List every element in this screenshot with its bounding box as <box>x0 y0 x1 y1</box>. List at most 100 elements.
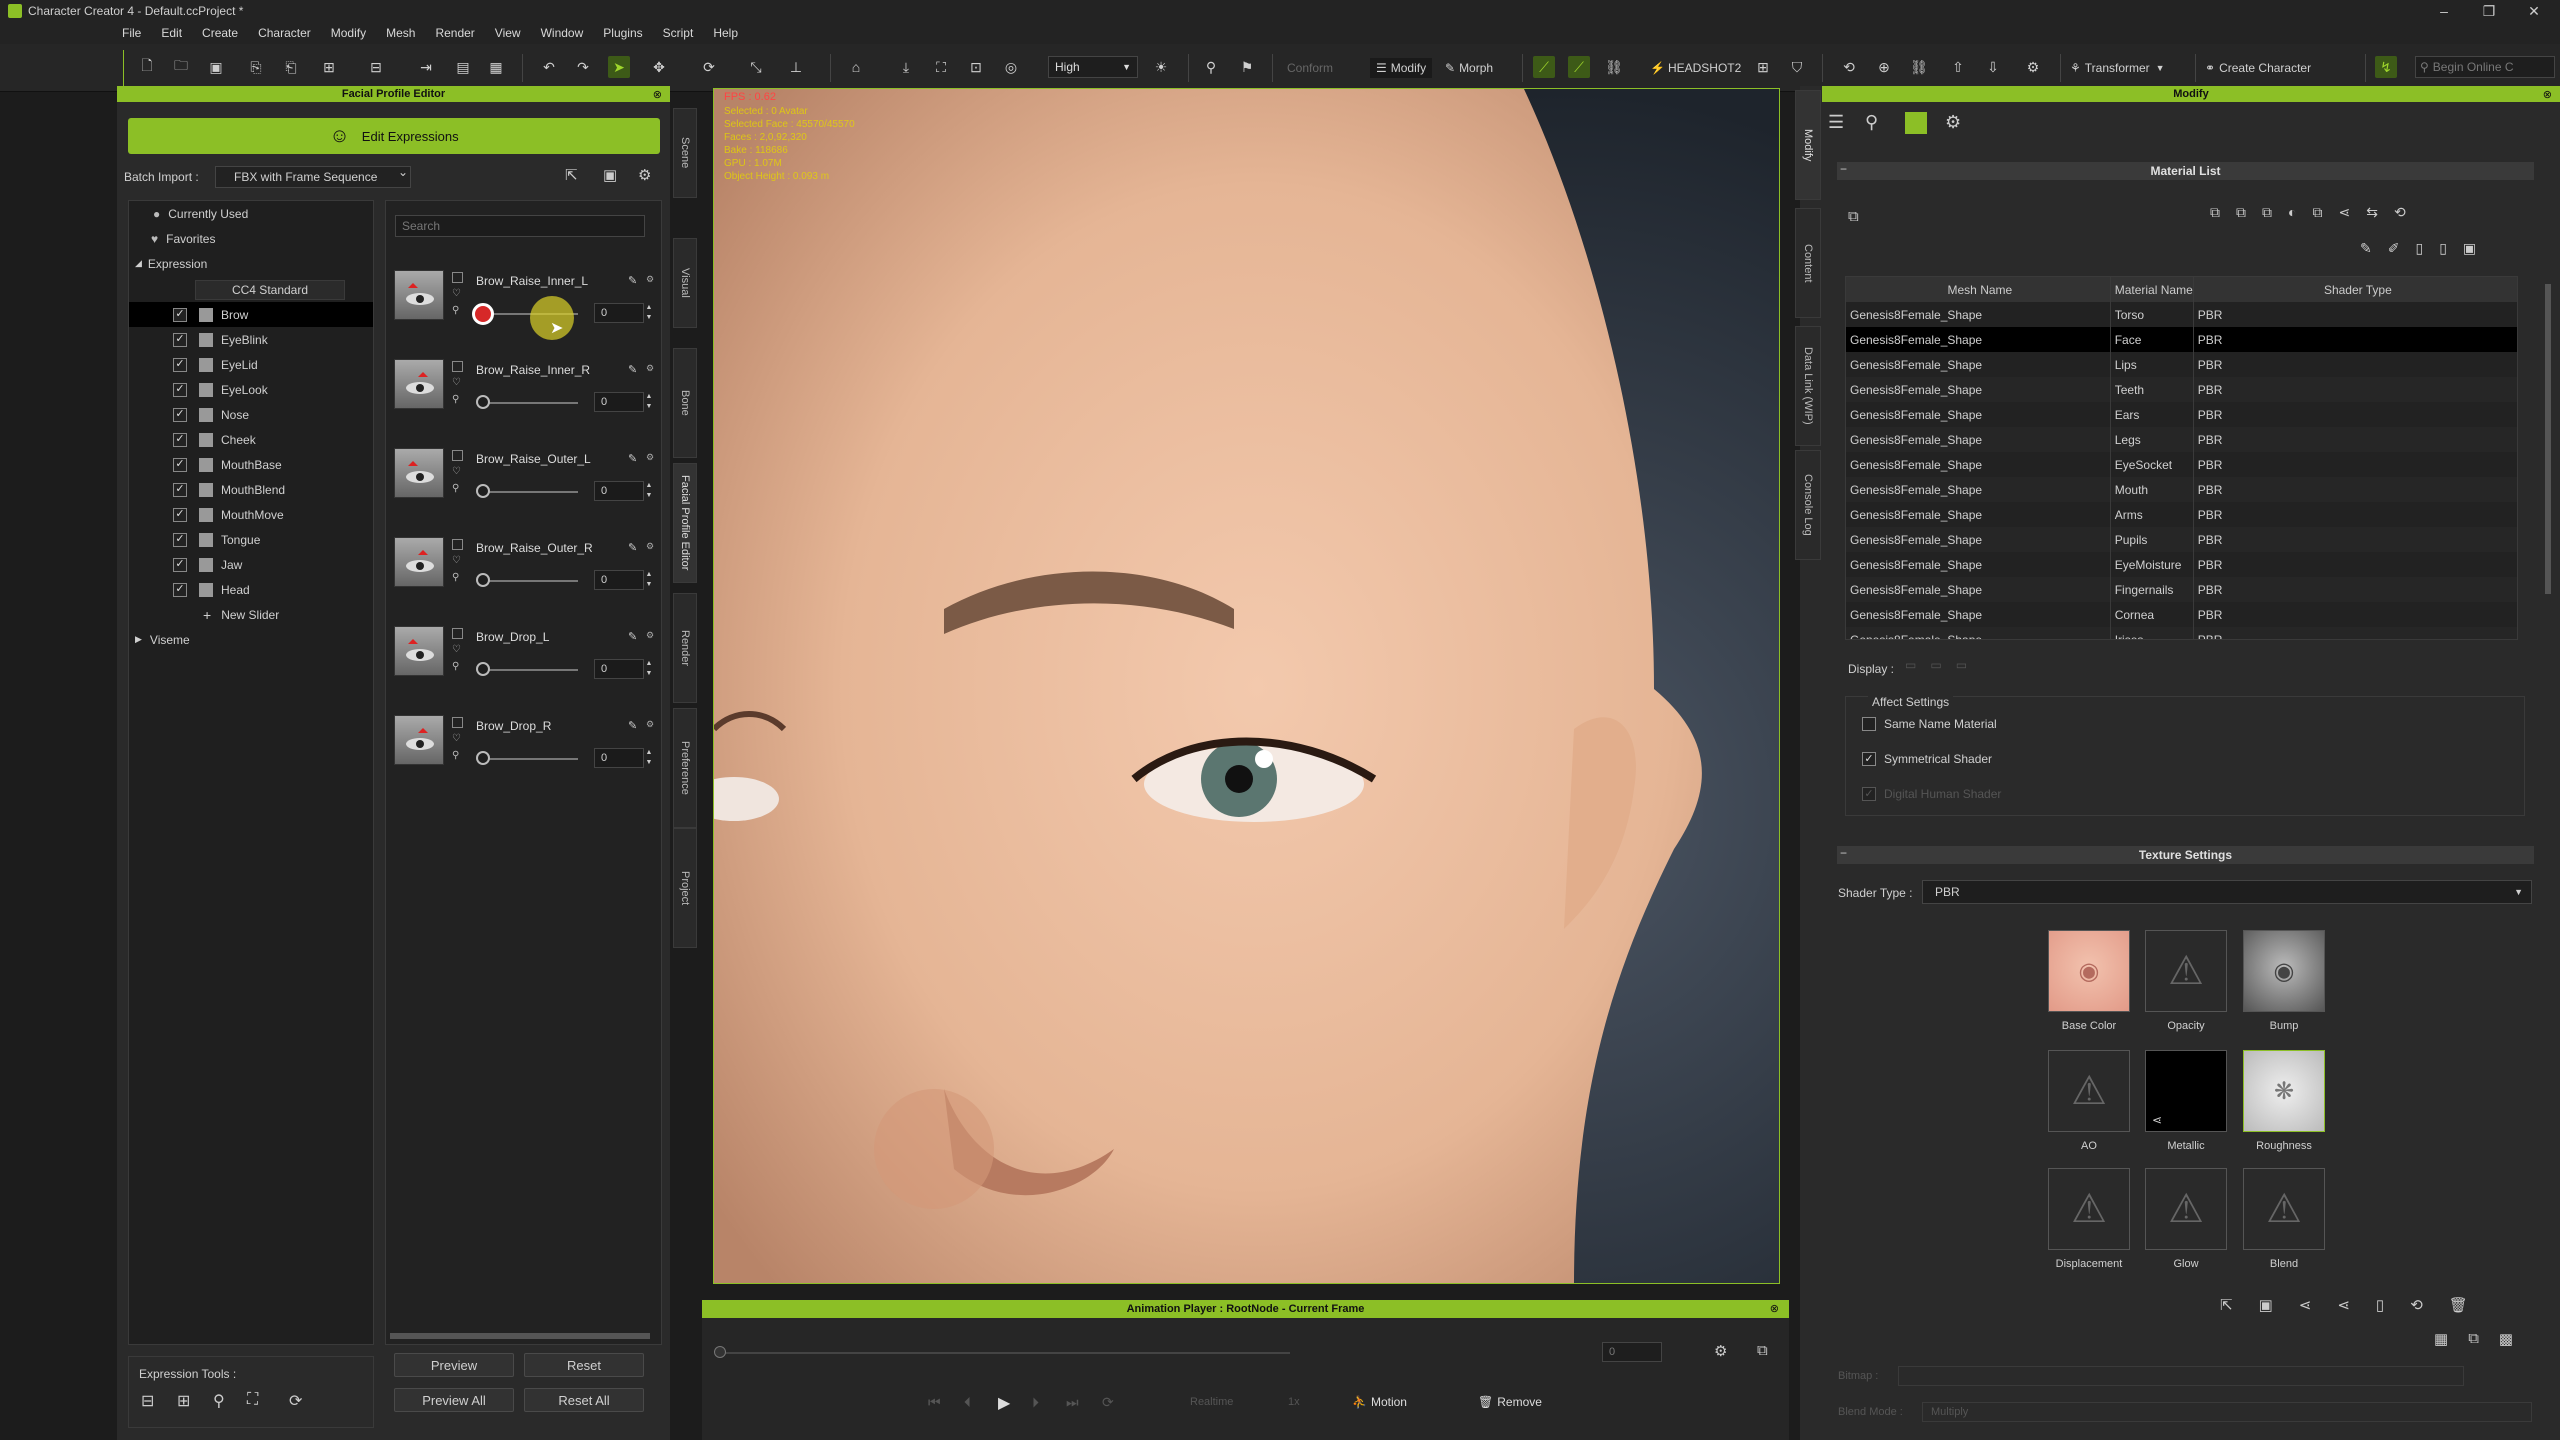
slider-value-input[interactable]: 0 <box>594 659 644 679</box>
tab-project[interactable]: Project <box>673 828 697 948</box>
blend-mode-dropdown[interactable]: Multiply <box>1922 1402 2532 1422</box>
link-icon[interactable]: ⛓ <box>1908 56 1930 78</box>
next-frame-icon[interactable]: ⏵ <box>1032 1394 1039 1411</box>
share-texture-icon[interactable]: ⋖ <box>2299 1296 2312 1314</box>
timeline-track[interactable] <box>720 1352 1290 1354</box>
tab-visual[interactable]: Visual <box>673 238 697 328</box>
favorite-checkbox[interactable] <box>452 450 463 461</box>
pose-icon[interactable]: ⚲ <box>1200 56 1222 78</box>
home-icon[interactable]: ⌂ <box>845 56 867 78</box>
tab-bone[interactable]: Bone <box>673 348 697 458</box>
external-edit-icon[interactable]: ⧉ <box>2468 1330 2479 1348</box>
speed-dropdown[interactable]: 1x <box>1288 1396 1300 1408</box>
edit-pencil-icon[interactable]: ✎ <box>628 719 637 732</box>
menu-item-character[interactable]: Character <box>258 26 311 40</box>
menu-item-edit[interactable]: Edit <box>161 26 182 40</box>
checkbox-checked[interactable]: ✓ <box>173 432 187 447</box>
expand-arrow-icon[interactable]: ◢ <box>135 258 142 269</box>
edit-pencil-icon[interactable]: ✎ <box>628 630 637 643</box>
texture-slot-base-color[interactable]: ◉ <box>2048 930 2130 1012</box>
checkbox-checked[interactable]: ✓ <box>173 382 187 397</box>
table-row[interactable]: Genesis8Female_Shape EyeMoisture PBR <box>1846 552 2517 577</box>
slider-value-input[interactable]: 0 <box>594 303 644 323</box>
floor-icon[interactable]: ⤓ <box>895 56 917 78</box>
save-material-icon[interactable]: ⧉ <box>2236 204 2246 221</box>
tree-item-mouthmove[interactable]: ✓ MouthMove <box>129 502 373 527</box>
heart-icon[interactable]: ♡ <box>452 733 461 744</box>
column-header[interactable]: Shader Type <box>2193 277 2517 302</box>
collapse-icon[interactable]: − <box>1840 846 1847 860</box>
import-icon[interactable]: ⎘ <box>245 56 267 78</box>
load-texture-icon[interactable]: ⇱ <box>2220 1296 2233 1314</box>
transform-tool-icon[interactable]: ⛶ <box>247 1391 258 1409</box>
tree-item-mouthblend[interactable]: ✓ MouthBlend <box>129 477 373 502</box>
slider-handle[interactable] <box>476 484 490 498</box>
undo-icon[interactable]: ↶ <box>538 56 560 78</box>
save-texture-icon[interactable]: ▣ <box>2259 1296 2273 1314</box>
same-name-material-option[interactable]: Same Name Material <box>1862 717 1997 731</box>
symmetrical-shader-option[interactable]: ✓ Symmetrical Shader <box>1862 752 1992 766</box>
menu-item-render[interactable]: Render <box>435 26 474 40</box>
frame-input[interactable]: 0 <box>1602 1342 1662 1362</box>
share-all-icon[interactable]: ⋖ <box>2337 1296 2350 1314</box>
refresh-tool-icon[interactable]: ⟳ <box>289 1391 302 1411</box>
tree-item-cheek[interactable]: ✓ Cheek <box>129 427 373 452</box>
smartgallery-icon[interactable]: ⟲ <box>1838 56 1860 78</box>
slider-value-input[interactable]: 0 <box>594 392 644 412</box>
key-icon[interactable]: ⚲ <box>452 483 459 494</box>
menu-item-create[interactable]: Create <box>202 26 238 40</box>
checkbox-checked[interactable]: ✓ <box>1862 752 1876 766</box>
select-tool-icon[interactable]: ➤ <box>608 56 630 78</box>
table-row[interactable]: Genesis8Female_Shape Mouth PBR <box>1846 477 2517 502</box>
menu-item-script[interactable]: Script <box>663 26 694 40</box>
reset-button[interactable]: Reset <box>524 1353 644 1377</box>
checkbox-checked[interactable]: ✓ <box>173 532 187 547</box>
lock-icon[interactable]: ▣ <box>2463 240 2476 257</box>
play-icon[interactable]: ▶ <box>998 1393 1010 1413</box>
export-icon[interactable]: ⎗ <box>280 56 302 78</box>
table-row[interactable]: Genesis8Female_Shape Cornea PBR <box>1846 602 2517 627</box>
table-row[interactable]: Genesis8Female_Shape Irises PBR <box>1846 627 2517 639</box>
options-icon[interactable]: ⚙ <box>646 719 654 730</box>
rig-icon[interactable]: ⟋ <box>1533 56 1555 78</box>
options-icon[interactable]: ⚙ <box>646 630 654 641</box>
table-row[interactable]: Genesis8Female_Shape Pupils PBR <box>1846 527 2517 552</box>
favorite-checkbox[interactable] <box>452 628 463 639</box>
tree-item-head[interactable]: ✓ Head <box>129 577 373 602</box>
checkbox-checked[interactable]: ✓ <box>173 482 187 497</box>
restore-icon[interactable]: ❐ <box>2475 0 2503 22</box>
batch-import-dropdown[interactable]: FBX with Frame Sequence ⌄ <box>215 165 411 188</box>
snapshot-icon[interactable]: ▦ <box>485 56 507 78</box>
redo-icon[interactable]: ↷ <box>572 56 594 78</box>
tree-item-eyelid[interactable]: ✓ EyeLid <box>129 352 373 377</box>
download-icon[interactable]: ⇩ <box>1982 56 2004 78</box>
checkbox-checked[interactable]: ✓ <box>173 457 187 472</box>
side-tab-content[interactable]: Content <box>1795 208 1821 318</box>
slider-track[interactable] <box>478 402 578 404</box>
texture-slot-metallic[interactable]: ⋖ <box>2145 1050 2227 1132</box>
slider-value-input[interactable]: 0 <box>594 481 644 501</box>
picker-icon[interactable]: ✎ <box>2360 240 2372 257</box>
save-preset-icon[interactable]: ▣ <box>603 166 617 184</box>
flag-icon[interactable]: ⚑ <box>1236 56 1258 78</box>
copy-icon[interactable]: ▯ <box>2415 240 2423 257</box>
slider-track[interactable] <box>478 669 578 671</box>
remove-button[interactable]: 🗑 Remove <box>1478 1392 1542 1412</box>
headshot-settings-icon[interactable]: ⊞ <box>1752 56 1774 78</box>
save-icon[interactable]: ▣ <box>205 56 227 78</box>
symmetry-tool-icon[interactable]: ⊞ <box>177 1391 190 1411</box>
table-row[interactable]: Genesis8Female_Shape Torso PBR <box>1846 302 2517 327</box>
timeline-handle[interactable] <box>714 1346 726 1358</box>
new-slider-button[interactable]: + New Slider <box>129 602 373 627</box>
render-mode-icon[interactable]: ◎ <box>1000 56 1022 78</box>
tree-item-nose[interactable]: ✓ Nose <box>129 402 373 427</box>
light-icon[interactable]: ☀ <box>1150 56 1172 78</box>
new-file-icon[interactable]: 🗋 <box>136 56 158 78</box>
camera-icon[interactable]: ⚙ <box>1714 1342 1727 1360</box>
loop-icon[interactable]: ⟳ <box>1102 1394 1114 1411</box>
preview-button[interactable]: Preview <box>394 1353 514 1377</box>
texture-slot-bump[interactable]: ◉ <box>2243 930 2325 1012</box>
stepper-icon[interactable]: ▲ ▼ <box>644 481 654 501</box>
key-icon[interactable]: ⚲ <box>452 572 459 583</box>
checkbox-checked[interactable]: ✓ <box>173 582 187 597</box>
